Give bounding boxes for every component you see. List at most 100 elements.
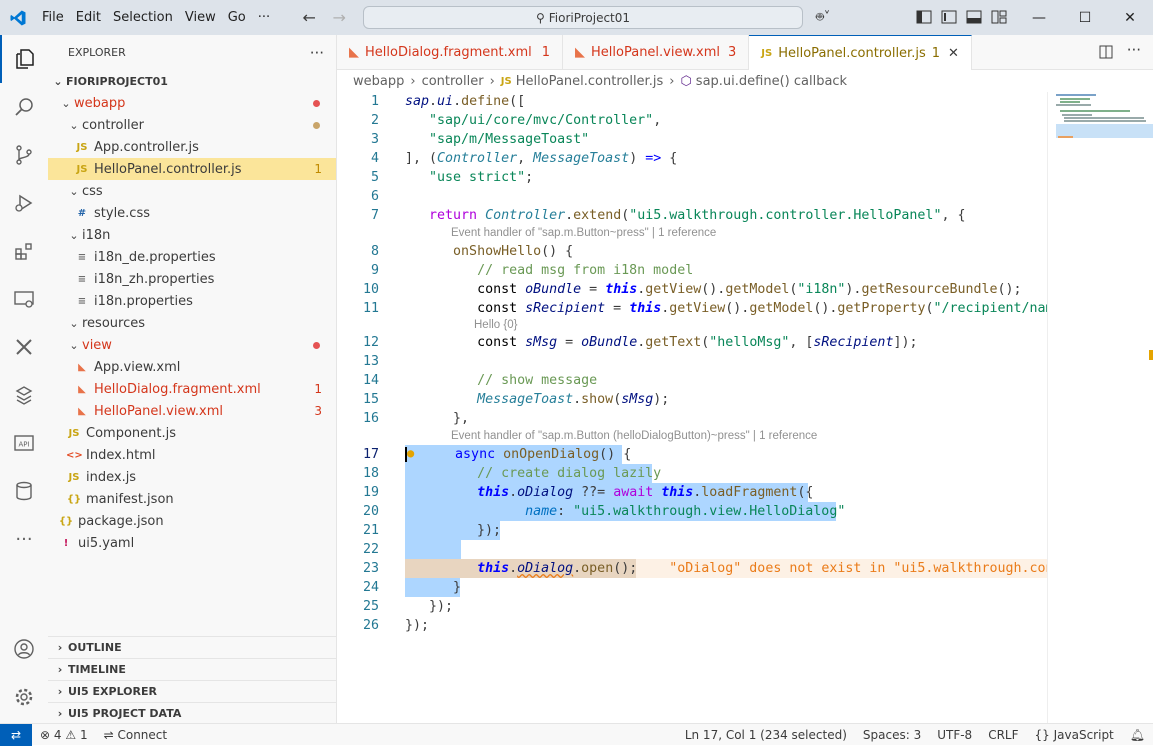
customize-layout-icon[interactable]: [991, 9, 1007, 25]
tree-item-label: package.json: [78, 513, 164, 529]
database-icon[interactable]: [0, 467, 48, 515]
chevron-right-icon: ›: [57, 663, 63, 676]
tab-hellodialog-fragment[interactable]: ◣ HelloDialog.fragment.xml 1: [337, 35, 564, 70]
source-control-icon[interactable]: [0, 131, 48, 179]
more-views-icon[interactable]: ···: [0, 515, 48, 563]
account-icon[interactable]: [0, 625, 48, 673]
breadcrumb-webapp[interactable]: webapp: [353, 74, 404, 89]
section-outline[interactable]: › OUTLINE: [48, 636, 337, 658]
sap-tools-icon[interactable]: [0, 323, 48, 371]
tab-hellopanel-controller[interactable]: JS HelloPanel.controller.js 1 ✕: [749, 35, 972, 70]
activity-bar: API ···: [0, 35, 48, 723]
tab-hellopanel-view[interactable]: ◣ HelloPanel.view.xml 3: [563, 35, 750, 70]
cursor-position[interactable]: Ln 17, Col 1 (234 selected): [677, 728, 855, 742]
tree-file[interactable]: JS HelloPanel.controller.js 1: [48, 158, 336, 180]
tree-file[interactable]: ≡ i18n_de.properties: [48, 246, 336, 268]
indentation[interactable]: Spaces: 3: [855, 728, 929, 742]
command-center[interactable]: ⚲ FioriProject01: [363, 6, 803, 29]
codelens-references[interactable]: Event handler of "sap.m.Button (helloDia…: [451, 430, 817, 442]
back-arrow-icon[interactable]: ←: [294, 8, 324, 27]
tree-file[interactable]: ◣ App.view.xml: [48, 356, 336, 378]
tree-file[interactable]: JS index.js: [48, 466, 336, 488]
maximize-icon[interactable]: ☐: [1062, 0, 1108, 35]
layout-bottom-icon[interactable]: [966, 9, 982, 25]
tree-file[interactable]: JS Component.js: [48, 422, 336, 444]
remote-explorer-icon[interactable]: [0, 275, 48, 323]
close-window-icon[interactable]: ✕: [1107, 0, 1153, 35]
problems-indicator[interactable]: ⊗ 4 ⚠ 1: [32, 728, 96, 742]
codelens-references[interactable]: Event handler of "sap.m.Button~press" | …: [451, 227, 716, 239]
tree-file[interactable]: # style.css: [48, 202, 336, 224]
tree-file[interactable]: ! ui5.yaml: [48, 532, 336, 554]
close-tab-icon[interactable]: ✕: [948, 46, 959, 61]
section-timeline[interactable]: › TIMELINE: [48, 658, 337, 680]
connect-button[interactable]: ⇌ Connect: [96, 728, 176, 742]
explorer-icon[interactable]: [0, 35, 48, 83]
minimap[interactable]: [1047, 92, 1153, 723]
tab-label: HelloPanel.view.xml: [591, 45, 721, 60]
more-actions-icon[interactable]: ···: [310, 44, 324, 62]
forward-arrow-icon[interactable]: →: [324, 8, 354, 27]
warning-icon: ⚠: [65, 727, 77, 742]
layout-panel-icon[interactable]: [941, 9, 957, 25]
line-number: 23: [362, 561, 379, 576]
tree-folder[interactable]: ⌄ controller: [48, 114, 336, 136]
tree-file[interactable]: {} manifest.json: [48, 488, 336, 510]
tree-file[interactable]: <> Index.html: [48, 444, 336, 466]
copilot-icon[interactable]: 🤖︎˅: [816, 9, 830, 27]
menu-edit[interactable]: Edit: [70, 10, 107, 25]
tree-file[interactable]: {} package.json: [48, 510, 336, 532]
breadcrumb-file[interactable]: HelloPanel.controller.js: [516, 74, 664, 89]
tree-file[interactable]: JS App.controller.js: [48, 136, 336, 158]
menu-go[interactable]: Go: [222, 10, 252, 25]
tree-folder[interactable]: ⌄ webapp: [48, 92, 336, 114]
editor-more-icon[interactable]: ···: [1127, 41, 1141, 59]
section-ui5-explorer[interactable]: › UI5 EXPLORER: [48, 680, 337, 702]
notifications-icon[interactable]: 🔔︎: [1122, 728, 1153, 742]
line-ending[interactable]: CRLF: [980, 728, 1026, 742]
menu-selection[interactable]: Selection: [107, 10, 179, 25]
run-debug-icon[interactable]: [0, 179, 48, 227]
settings-gear-icon[interactable]: [0, 673, 48, 721]
split-editor-icon[interactable]: [1099, 45, 1113, 63]
remote-indicator-icon[interactable]: ⇄: [0, 723, 32, 746]
error-icon: ⊗: [40, 727, 51, 742]
tree-item-label: HelloDialog.fragment.xml: [94, 381, 261, 397]
tree-folder[interactable]: ⌄ view: [48, 334, 336, 356]
props-file-icon: ≡: [77, 295, 87, 307]
tree-folder[interactable]: ⌄ resources: [48, 312, 336, 334]
tree-item-label: index.js: [86, 469, 137, 485]
deploy-icon[interactable]: [0, 371, 48, 419]
search-icon[interactable]: [0, 83, 48, 131]
tree-file[interactable]: ≡ i18n.properties: [48, 290, 336, 312]
problem-count-badge: 3: [314, 404, 322, 418]
project-root[interactable]: ⌄ FIORIPROJECT01: [48, 70, 336, 92]
tree-folder[interactable]: ⌄ i18n: [48, 224, 336, 246]
tree-file[interactable]: ◣ HelloPanel.view.xml 3: [48, 400, 336, 422]
minimize-icon[interactable]: —: [1016, 0, 1062, 35]
menu-file[interactable]: File: [36, 10, 70, 25]
menu-more[interactable]: ···: [252, 10, 276, 25]
chevron-down-icon: ⌄: [69, 184, 79, 198]
extensions-icon[interactable]: [0, 227, 48, 275]
breadcrumb-symbol[interactable]: sap.ui.define() callback: [696, 74, 847, 89]
encoding[interactable]: UTF-8: [929, 728, 980, 742]
lightbulb-icon[interactable]: ●: [407, 446, 414, 460]
tab-label: HelloDialog.fragment.xml: [365, 45, 532, 60]
section-ui5-project-data[interactable]: › UI5 PROJECT DATA: [48, 702, 337, 724]
js-file-icon: JS: [76, 163, 88, 175]
menu-view[interactable]: View: [179, 10, 222, 25]
tree-folder[interactable]: ⌄ css: [48, 180, 336, 202]
api-icon[interactable]: API: [0, 419, 48, 467]
tree-file[interactable]: ≡ i18n_zh.properties: [48, 268, 336, 290]
layout-sidebar-left-icon[interactable]: [916, 9, 932, 25]
code-editor[interactable]: 1 sap.ui.define([ 2 "sap/ui/core/mvc/Cont…: [337, 92, 1047, 723]
breadcrumb-controller[interactable]: controller: [422, 74, 484, 89]
language-mode[interactable]: {} JavaScript: [1027, 728, 1122, 742]
braces-icon: {}: [1034, 727, 1050, 742]
tree-item-label: i18n_zh.properties: [94, 271, 215, 287]
chevron-down-icon: ⌄: [69, 338, 79, 352]
tree-file[interactable]: ◣ HelloDialog.fragment.xml 1: [48, 378, 336, 400]
problem-count-badge: 1: [314, 382, 322, 396]
line-number: 17: [362, 447, 379, 462]
